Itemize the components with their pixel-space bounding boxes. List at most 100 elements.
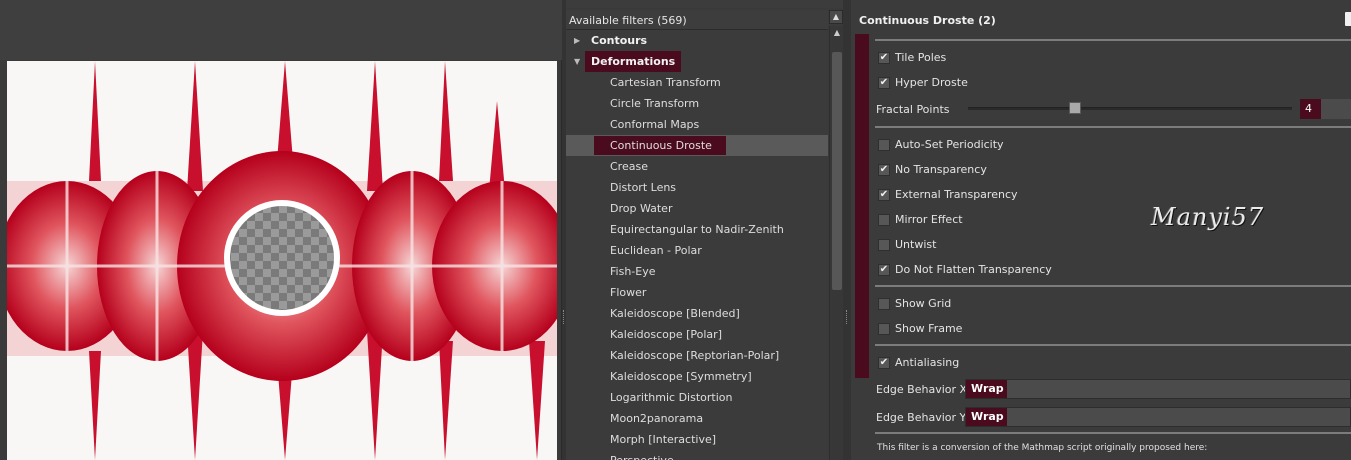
- checked-checkbox[interactable]: ✔: [878, 189, 890, 201]
- tree-category-label: Deformations: [585, 51, 682, 72]
- watermark-signature: Manyi57: [1151, 203, 1265, 231]
- separator: [875, 344, 1351, 346]
- unchecked-checkbox[interactable]: [878, 323, 890, 335]
- checkbox-label[interactable]: Show Grid: [895, 297, 951, 310]
- collapsed-arrow-icon[interactable]: ▶: [574, 30, 580, 51]
- filter-item-label: Perspective: [610, 450, 674, 460]
- filter-item[interactable]: Equirectangular to Nadir-Zenith: [566, 219, 828, 240]
- tree-category-label: Contours: [591, 34, 648, 47]
- edge-behavior-y-label: Edge Behavior Y: [876, 411, 967, 424]
- filter-item[interactable]: Morph [Interactive]: [566, 429, 828, 450]
- expanded-arrow-icon[interactable]: ▼: [574, 51, 580, 72]
- fractal-points-label: Fractal Points: [876, 103, 950, 116]
- filters-header[interactable]: Available filters (569): [566, 10, 828, 30]
- checked-checkbox[interactable]: ✔: [878, 357, 890, 369]
- fractal-points-value[interactable]: 4: [1300, 99, 1321, 119]
- checkbox-label[interactable]: Show Frame: [895, 322, 962, 335]
- checkbox-label[interactable]: No Transparency: [895, 163, 987, 176]
- filter-item[interactable]: Drop Water: [566, 198, 828, 219]
- filter-item-label: Crease: [610, 160, 648, 173]
- droste-preview-art: [7, 61, 557, 460]
- filter-item[interactable]: Circle Transform: [566, 93, 828, 114]
- filter-item[interactable]: Kaleidoscope [Reptorian-Polar]: [566, 345, 828, 366]
- filter-item[interactable]: Cartesian Transform: [566, 72, 828, 93]
- splitter-grip: [563, 310, 565, 324]
- separator: [875, 285, 1351, 287]
- filter-tree[interactable]: ▶ Contours ▼ Deformations Cartesian Transfor…: [566, 30, 828, 460]
- slider-handle[interactable]: [1068, 102, 1081, 114]
- filter-item-label: Continuous Droste: [594, 136, 726, 155]
- filter-item[interactable]: Continuous Droste: [566, 135, 828, 156]
- filter-item-label: Euclidean - Polar: [610, 244, 702, 257]
- filter-item[interactable]: Logarithmic Distortion: [566, 387, 828, 408]
- checkbox-label[interactable]: Hyper Droste: [895, 76, 968, 89]
- filter-item[interactable]: Euclidean - Polar: [566, 240, 828, 261]
- checkbox-label[interactable]: Antialiasing: [895, 356, 959, 369]
- checkbox-label[interactable]: Auto-Set Periodicity: [895, 138, 1004, 151]
- unchecked-checkbox[interactable]: [878, 298, 890, 310]
- filter-tree-scrollbar[interactable]: ▲: [829, 26, 843, 460]
- header-sort-button[interactable]: ▲: [829, 10, 843, 24]
- preview-panel: [0, 0, 562, 460]
- edge-behavior-x-select[interactable]: Wrap: [965, 379, 1351, 399]
- scrollbar-thumb[interactable]: [832, 52, 842, 290]
- filter-item[interactable]: Kaleidoscope [Symmetry]: [566, 366, 828, 387]
- unchecked-checkbox[interactable]: [878, 139, 890, 151]
- scroll-up-arrow-icon[interactable]: ▲: [830, 26, 844, 40]
- checked-checkbox[interactable]: ✔: [878, 264, 890, 276]
- separator: [875, 126, 1351, 128]
- panel-corner-button[interactable]: [1345, 12, 1351, 26]
- filter-item[interactable]: Crease: [566, 156, 828, 177]
- filter-item-label: Conformal Maps: [610, 118, 700, 131]
- filter-item[interactable]: Perspective: [566, 450, 828, 460]
- checkbox-label[interactable]: External Transparency: [895, 188, 1018, 201]
- checked-checkbox[interactable]: ✔: [878, 52, 890, 64]
- filter-item[interactable]: Moon2panorama: [566, 408, 828, 429]
- checked-checkbox[interactable]: ✔: [878, 77, 890, 89]
- filter-item[interactable]: Fish-Eye: [566, 261, 828, 282]
- separator: [875, 39, 1351, 41]
- fractal-points-spinbox[interactable]: 4: [1300, 99, 1351, 119]
- filter-description: This filter is a conversion of the Mathm…: [877, 443, 1208, 453]
- filter-title: Continuous Droste (2): [859, 14, 996, 27]
- checkbox-label[interactable]: Tile Poles: [895, 51, 946, 64]
- filter-item[interactable]: Conformal Maps: [566, 114, 828, 135]
- edge-behavior-y-select[interactable]: Wrap: [965, 407, 1351, 427]
- params-splitter[interactable]: [843, 0, 851, 460]
- filter-item-label: Morph [Interactive]: [610, 433, 717, 446]
- unchecked-checkbox[interactable]: [878, 239, 890, 251]
- filter-item[interactable]: Flower: [566, 282, 828, 303]
- filter-item[interactable]: Distort Lens: [566, 177, 828, 198]
- filter-item-label: Logarithmic Distortion: [610, 391, 733, 404]
- filter-item-label: Equirectangular to Nadir-Zenith: [610, 223, 784, 236]
- filter-item-label: Drop Water: [610, 202, 673, 215]
- checkbox-label[interactable]: Do Not Flatten Transparency: [895, 263, 1052, 276]
- separator: [875, 432, 1351, 434]
- filter-item-label: Kaleidoscope [Blended]: [610, 307, 740, 320]
- checkbox-label[interactable]: Mirror Effect: [895, 213, 963, 226]
- filter-item-label: Circle Transform: [610, 97, 700, 110]
- splitter-grip: [846, 310, 848, 324]
- filter-item-label: Kaleidoscope [Symmetry]: [610, 370, 752, 383]
- checked-checkbox[interactable]: ✔: [878, 164, 890, 176]
- tree-category-contours[interactable]: ▶ Contours: [566, 30, 828, 51]
- filters-panel: Available filters (569) ▲ ▶ Contours ▼ Defo…: [566, 8, 843, 460]
- preview-image[interactable]: [7, 61, 557, 460]
- filter-item-label: Cartesian Transform: [610, 76, 721, 89]
- parameters-panel: Continuous Droste (2) ✔ Tile Poles ✔ Hyper …: [851, 0, 1351, 460]
- fractal-points-slider[interactable]: [968, 107, 1292, 110]
- filter-item[interactable]: Kaleidoscope [Blended]: [566, 303, 828, 324]
- edge-behavior-x-value[interactable]: Wrap: [966, 380, 1007, 398]
- unchecked-checkbox[interactable]: [878, 214, 890, 226]
- filter-item-label: Moon2panorama: [610, 412, 704, 425]
- tree-category-deformations[interactable]: ▼ Deformations: [566, 51, 828, 72]
- preview-toolbar: [0, 0, 562, 60]
- edge-behavior-y-value[interactable]: Wrap: [966, 408, 1007, 426]
- filter-item[interactable]: Kaleidoscope [Polar]: [566, 324, 828, 345]
- checkbox-label[interactable]: Untwist: [895, 238, 936, 251]
- accent-ribbon: [855, 34, 869, 378]
- edge-behavior-x-label: Edge Behavior X: [876, 383, 968, 396]
- filter-item-label: Distort Lens: [610, 181, 677, 194]
- filter-item-label: Fish-Eye: [610, 265, 656, 278]
- filter-item-label: Kaleidoscope [Polar]: [610, 328, 722, 341]
